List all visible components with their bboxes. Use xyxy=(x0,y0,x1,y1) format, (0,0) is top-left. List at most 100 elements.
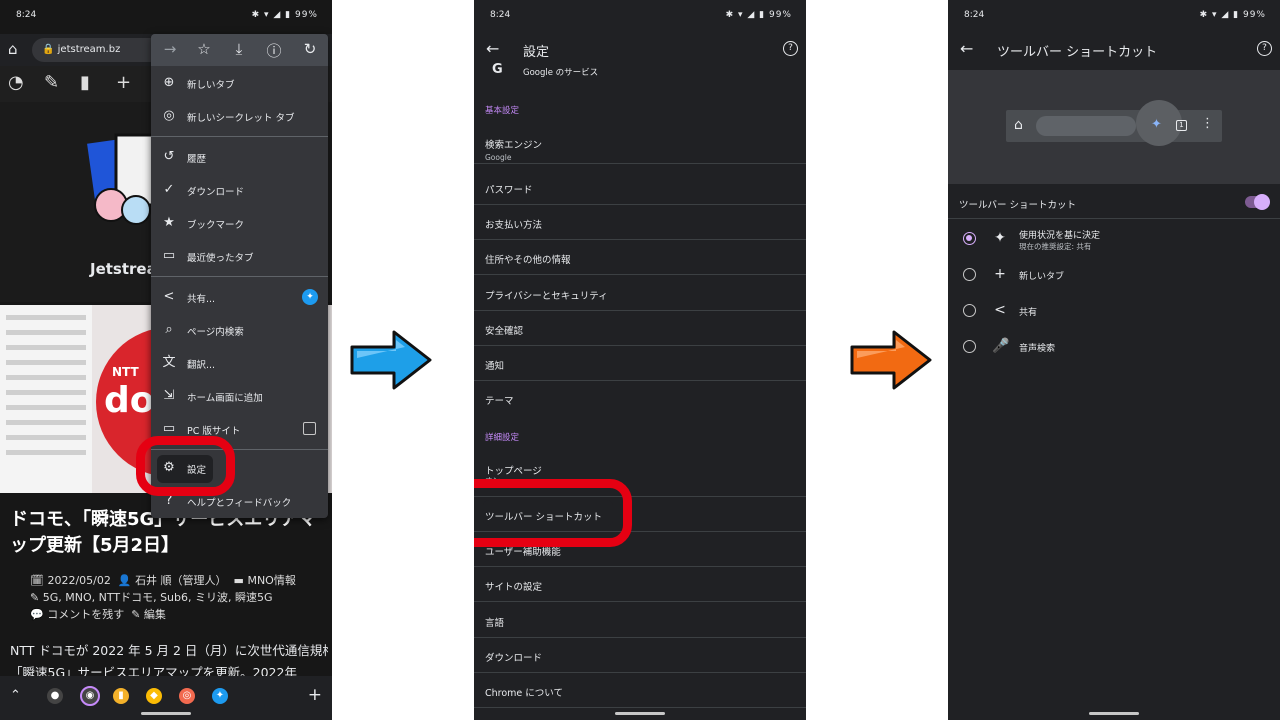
status-icon-glyphs: ✱ ▾ ◢ ▮ xyxy=(1199,10,1240,20)
menu-item-bookmarks[interactable]: ★ ブックマーク xyxy=(151,207,328,240)
menu-item-label: 共有... xyxy=(187,294,216,305)
settings-item-search-engine[interactable]: 検索エンジン Google xyxy=(474,129,806,164)
page-title: 設定 xyxy=(523,45,550,60)
home-icon[interactable]: ⌂ xyxy=(8,41,24,57)
address-field[interactable]: 🔒 jetstream.bz xyxy=(32,38,162,62)
new-tab-icon: ⊕ xyxy=(163,75,175,90)
settings-item-label: 住所やその他の情報 xyxy=(485,255,571,266)
status-icon-glyphs: ✱ ▾ ◢ ▮ xyxy=(251,10,292,20)
chevron-up-icon[interactable]: ⌃ xyxy=(10,688,21,703)
settings-item-downloads[interactable]: ダウンロード xyxy=(474,638,806,673)
menu-item-history[interactable]: ↺ 履歴 xyxy=(151,141,328,174)
menu-item-add-to-home[interactable]: ⇲ ホーム画面に追加 xyxy=(151,380,328,413)
back-arrow-icon[interactable]: ← xyxy=(486,39,499,58)
settings-item-site-settings[interactable]: サイトの設定 xyxy=(474,567,806,602)
menu-item-label: ヘルプとフィードバック xyxy=(187,498,292,509)
new-tab-plus-icon[interactable]: + xyxy=(308,685,322,705)
tab-favicon[interactable]: ● xyxy=(47,688,63,704)
meta-tags[interactable]: 5G, MNO, NTTドコモ, Sub6, ミリ波, 瞬速5G xyxy=(43,591,273,604)
settings-item-payment[interactable]: お支払い方法 xyxy=(474,205,806,240)
menu-item-label: 最近使ったタブ xyxy=(187,253,254,264)
menu-item-translate[interactable]: 文翻訳... xyxy=(151,347,328,380)
help-icon[interactable]: ? xyxy=(783,41,798,56)
info-icon[interactable]: ⓘ xyxy=(264,40,284,61)
dashboard-icon[interactable]: ◔ xyxy=(8,72,24,93)
phone-screen-settings: 8:24 ✱ ▾ ◢ ▮ 99% ← 設定 ? G Google のサービス 基本… xyxy=(474,0,806,720)
tab-favicon[interactable]: ▮ xyxy=(113,688,129,704)
menu-item-find-in-page[interactable]: ⌕ ページ内検索 xyxy=(151,314,328,347)
menu-item-recent-tabs[interactable]: ▭ 最近使ったタブ xyxy=(151,240,328,273)
settings-item-about-chrome[interactable]: Chrome について xyxy=(474,673,806,708)
history-icon: ↺ xyxy=(163,149,175,164)
tab-favicon[interactable]: ◎ xyxy=(179,688,195,704)
status-icons: ✱ ▾ ◢ ▮ 99% xyxy=(1200,10,1266,20)
menu-item-share[interactable]: < 共有... ✦ xyxy=(151,281,328,314)
meta-edit[interactable]: 編集 xyxy=(144,608,166,621)
microphone-icon: 🎤 xyxy=(992,338,1010,354)
desktop-site-checkbox[interactable] xyxy=(303,422,316,435)
status-icon-glyphs: ✱ ▾ ◢ ▮ xyxy=(725,10,766,20)
refresh-icon[interactable]: ↻ xyxy=(300,40,320,58)
meta-author[interactable]: 石井 順（管理人） xyxy=(135,574,227,587)
meta-category[interactable]: MNO情報 xyxy=(247,574,295,587)
radio-selected[interactable] xyxy=(963,232,976,245)
settings-item-label: 安全確認 xyxy=(485,326,524,337)
settings-item-password[interactable]: パスワード xyxy=(474,170,806,205)
radio-unselected[interactable] xyxy=(963,340,976,353)
option-usage-based[interactable]: ✦ 使用状況を基に決定 現在の推奨設定: 共有 xyxy=(948,221,1280,257)
page-title: ツールバー ショートカット xyxy=(997,45,1158,60)
settings-item-privacy[interactable]: プライバシーとセキュリティ xyxy=(474,276,806,311)
settings-item-label: パスワード xyxy=(485,185,533,196)
option-sublabel: 現在の推奨設定: 共有 xyxy=(1019,242,1092,251)
star-icon: ★ xyxy=(163,215,175,230)
option-new-tab[interactable]: + 新しいタブ xyxy=(948,257,1280,293)
tab-switcher-icon: 1 xyxy=(1176,120,1187,131)
menu-item-downloads[interactable]: ✓ ダウンロード xyxy=(151,174,328,207)
settings-item-label: サイトの設定 xyxy=(485,582,543,593)
download-check-icon: ✓ xyxy=(163,182,175,197)
menu-item-label: ホーム画面に追加 xyxy=(187,393,263,404)
tab-favicon[interactable]: ◆ xyxy=(146,688,162,704)
tab-favicon-active[interactable]: ◉ xyxy=(80,686,100,706)
tab-favicon[interactable]: ✦ xyxy=(212,688,228,704)
help-icon[interactable]: ? xyxy=(1257,41,1272,56)
settings-item-theme[interactable]: テーマ xyxy=(474,381,806,416)
url-text: jetstream.bz xyxy=(57,44,121,55)
settings-item-languages[interactable]: 言語 xyxy=(474,603,806,638)
download-icon[interactable]: ⤓ xyxy=(229,40,249,58)
toolbar-preview: ⌂ ✦ 1 ⋮ xyxy=(948,70,1280,184)
toolbar-shortcut-toggle-row[interactable]: ツールバー ショートカット xyxy=(948,185,1280,219)
settings-item-label: 通知 xyxy=(485,361,505,372)
bookmark-star-icon[interactable]: ☆ xyxy=(194,40,214,58)
radio-unselected[interactable] xyxy=(963,304,976,317)
forward-icon[interactable]: → xyxy=(160,40,180,58)
settings-item-addresses[interactable]: 住所やその他の情報 xyxy=(474,240,806,275)
option-voice-search[interactable]: 🎤 音声検索 xyxy=(948,329,1280,365)
gesture-nav-bar xyxy=(615,712,665,715)
brush-icon[interactable]: ✎ xyxy=(44,72,59,93)
comment-icon[interactable]: ▮ xyxy=(80,72,90,93)
more-vert-icon: ⋮ xyxy=(1201,116,1214,131)
status-icons: ✱ ▾ ◢ ▮ 99% xyxy=(252,10,318,20)
meta-comment[interactable]: コメントを残す xyxy=(47,608,124,621)
meta-date: 2022/05/02 xyxy=(47,574,111,587)
status-time: 8:24 xyxy=(16,10,37,20)
menu-item-new-incognito-tab[interactable]: ◎ 新しいシークレット タブ xyxy=(151,100,328,133)
settings-item-label: Chrome について xyxy=(485,688,563,699)
add-to-home-icon: ⇲ xyxy=(163,388,175,403)
menu-item-new-tab[interactable]: ⊕ 新しいタブ xyxy=(151,67,328,100)
option-share[interactable]: < 共有 xyxy=(948,293,1280,329)
settings-item-safety-check[interactable]: 安全確認 xyxy=(474,311,806,346)
status-bar: 8:24 ✱ ▾ ◢ ▮ 99% xyxy=(474,0,806,30)
back-arrow-icon[interactable]: ← xyxy=(960,39,973,58)
plus-icon[interactable]: + xyxy=(116,72,131,93)
menu-item-label: ダウンロード xyxy=(187,187,245,198)
sparkle-icon: ✦ xyxy=(1151,117,1162,132)
settings-item-notifications[interactable]: 通知 xyxy=(474,346,806,381)
settings-item-label: ダウンロード xyxy=(485,653,543,664)
toolbar-shortcut-switch[interactable] xyxy=(1245,194,1270,210)
twitter-icon[interactable]: ✦ xyxy=(302,289,318,305)
article-body-line1: NTT ドコモが 2022 年 5 月 2 日（月）に次世代通信規格 xyxy=(10,643,328,658)
settings-item-google-services[interactable]: G Google のサービス xyxy=(474,62,806,88)
radio-unselected[interactable] xyxy=(963,268,976,281)
